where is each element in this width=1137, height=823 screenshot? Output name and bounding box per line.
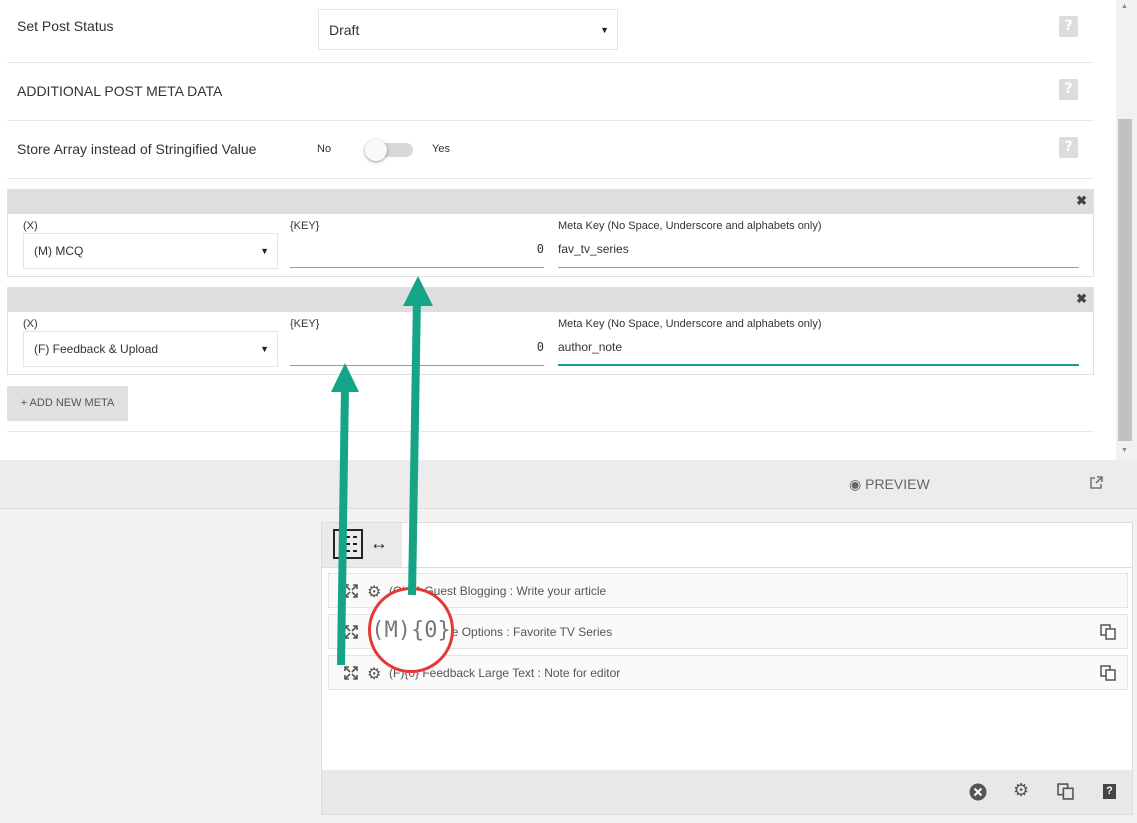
annotation-arrows xyxy=(331,276,433,666)
arrow-to-key-2 xyxy=(331,363,359,666)
arrow-to-key-1 xyxy=(403,276,433,596)
